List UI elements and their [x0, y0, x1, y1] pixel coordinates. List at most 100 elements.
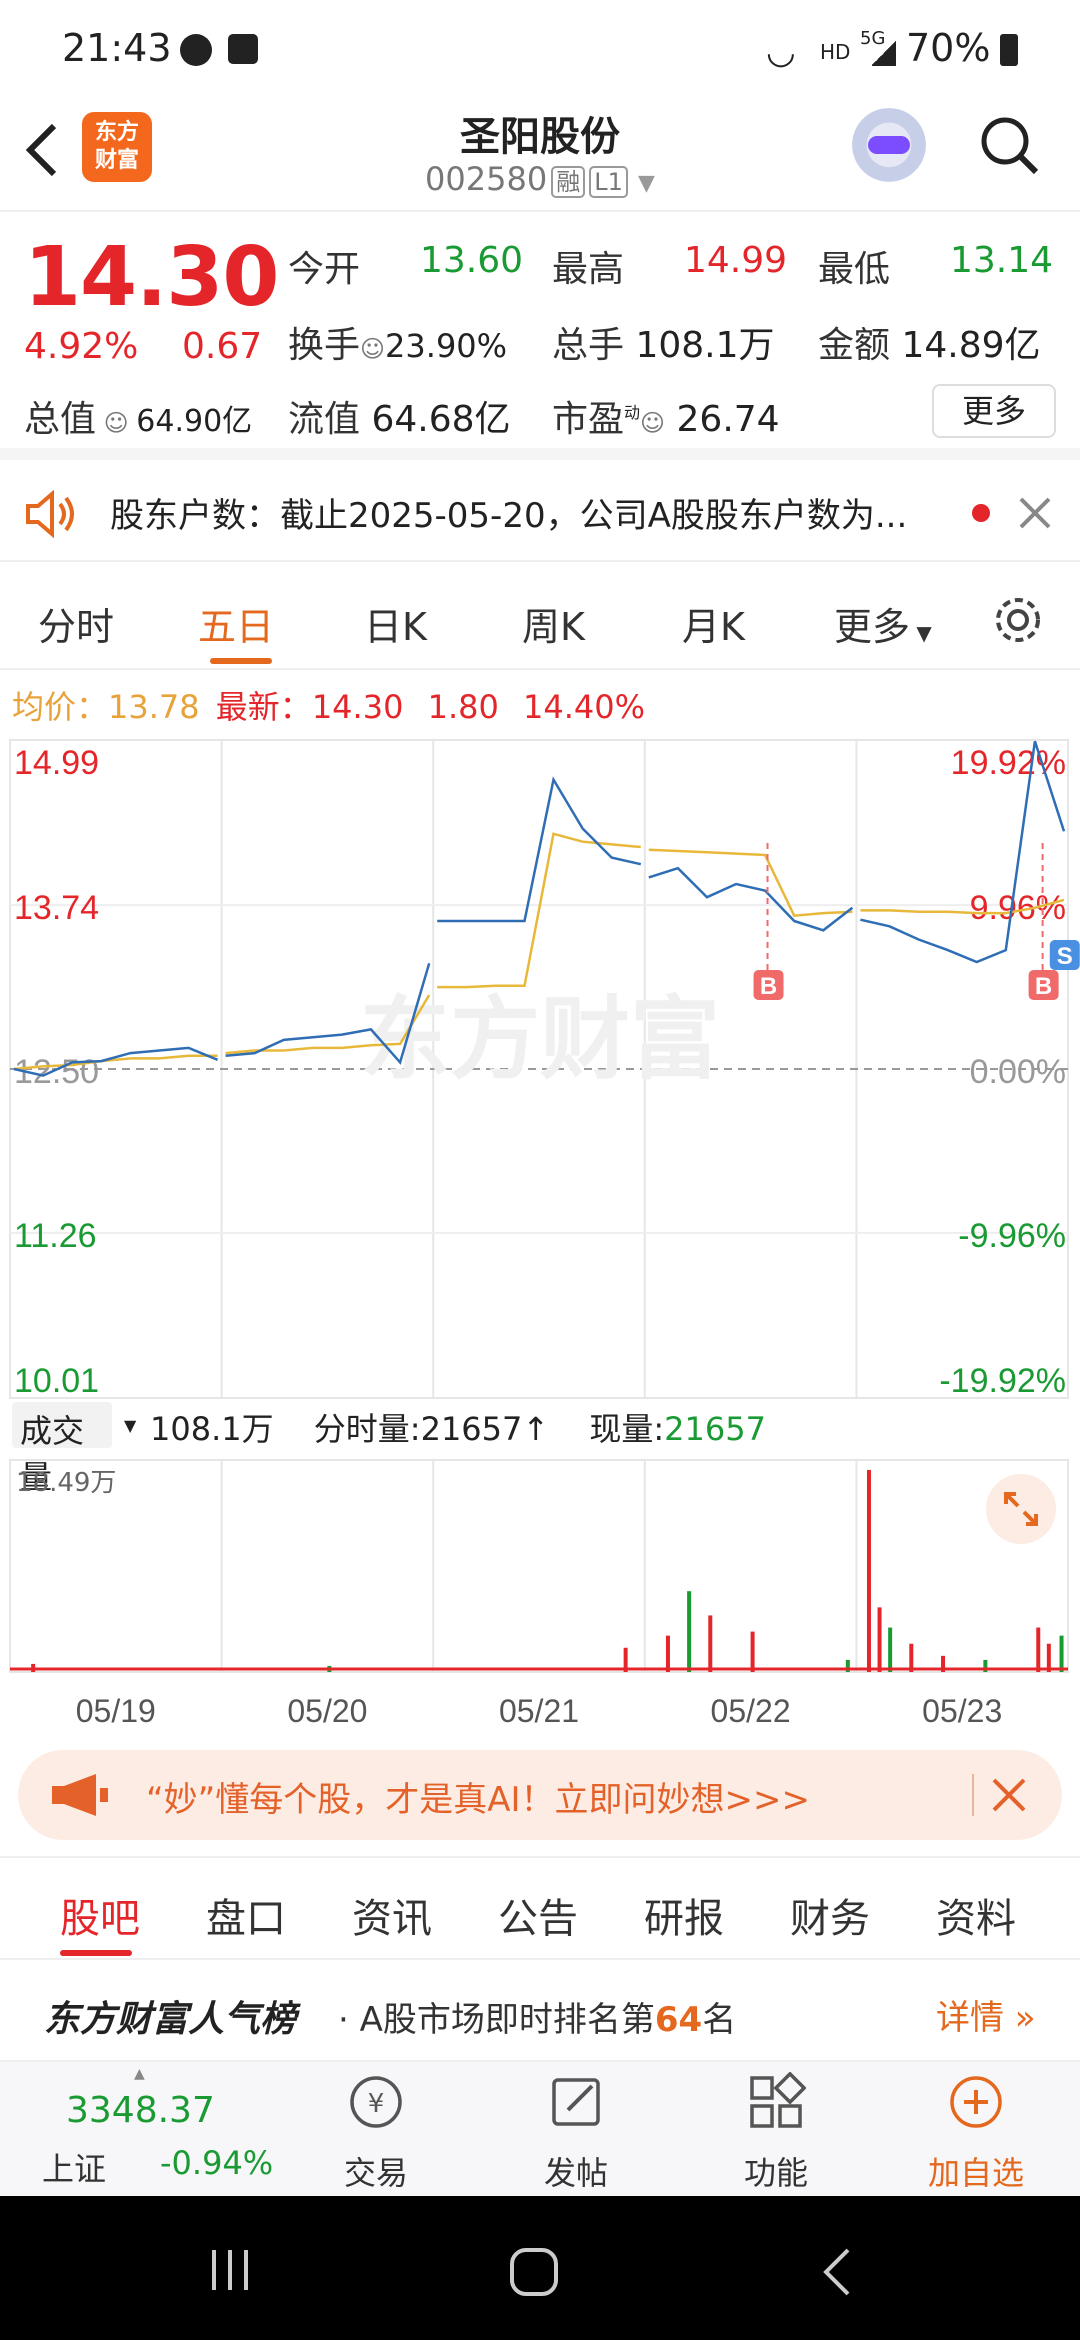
speaker-icon: [26, 490, 74, 538]
megaphone-icon: [52, 1774, 108, 1816]
expand-icon: [1004, 1492, 1038, 1526]
wifi-icon: ◡: [766, 32, 796, 72]
more-button[interactable]: 更多: [932, 384, 1056, 438]
y-tick-right: -19.92%: [939, 1362, 1066, 1400]
tab-five-day[interactable]: 五日: [198, 596, 274, 651]
features-button[interactable]: 功能: [676, 2062, 876, 2198]
search-icon: [981, 117, 1039, 175]
y-tick-left: 11.26: [14, 1217, 97, 1255]
rank-detail-link[interactable]: 详情 »: [936, 1990, 1036, 2039]
chart-tabs: 分时 五日 日K 周K 月K 更多 ▼: [0, 566, 1080, 670]
volume-tick: 分时量:21657: [313, 1410, 523, 1448]
assistant-avatar[interactable]: [848, 108, 930, 190]
close-icon[interactable]: [1018, 496, 1052, 530]
bottom-toolbar: ▲ 3348.37 上证 -0.94% ¥ 交易 发帖 功能 加自选: [0, 2060, 1080, 2196]
index-name: 上证: [42, 2150, 107, 2188]
hd-label: HD: [820, 40, 851, 64]
chart-legend: 均价：13.78 最新：14.30 1.80 14.40%: [12, 682, 645, 728]
volume-bar: [866, 1470, 871, 1672]
mktcap-label: 总值: [24, 399, 97, 440]
tab-more[interactable]: 更多 ▼: [834, 596, 932, 651]
notice-text: 股东户数：截止2025-05-20，公司A股股东户数为...: [110, 496, 908, 536]
volume-bar: [877, 1607, 882, 1672]
tab-orderbook[interactable]: 盘口: [206, 1886, 286, 1944]
index-pct: -0.94%: [160, 2144, 274, 2182]
notice-bar[interactable]: 股东户数：截止2025-05-20，公司A股股东户数为...: [0, 462, 1080, 562]
tab-daily-k[interactable]: 日K: [364, 596, 427, 651]
tab-weekly-k[interactable]: 周K: [522, 596, 585, 651]
open-value: 13.60: [420, 240, 524, 281]
status-time: 21:43: [62, 26, 172, 70]
x-axis-labels: 05/19 05/20 05/21 05/22 05/23: [76, 1693, 1002, 1729]
add-watchlist-button[interactable]: 加自选: [876, 2062, 1076, 2198]
latest-value: 14.30: [311, 688, 404, 726]
account-icon: [180, 34, 212, 66]
volume-header: [9, 1459, 1069, 1673]
back-icon[interactable]: [820, 2246, 854, 2298]
tab-news[interactable]: 资讯: [352, 1886, 432, 1944]
edit-icon: [552, 2078, 600, 2126]
open-label: 今开: [288, 249, 361, 290]
content-tabs: 股吧 盘口 资讯 公告 研报 财务 资料: [0, 1856, 1080, 1960]
x-tick-label: 05/19: [76, 1693, 156, 1729]
expand-button[interactable]: [986, 1474, 1056, 1544]
active-tab-indicator: [210, 658, 272, 664]
low-value: 13.14: [950, 240, 1054, 281]
x-tick-label: 05/21: [499, 1693, 579, 1729]
search-button[interactable]: [978, 114, 1040, 176]
x-tick-label: 05/23: [922, 1693, 1002, 1729]
ai-promo-banner[interactable]: “妙”懂每个股，才是真AI！立即问妙想>>>: [18, 1750, 1062, 1840]
popularity-rank[interactable]: 东方财富人气榜 · A股市场即时排名第64名 详情 »: [0, 1962, 1080, 2060]
five-day-chart[interactable]: 东方财富 14.9913.7412.5011.2610.01 19.92%9.9…: [0, 730, 1080, 1730]
current-price: 14.30: [24, 230, 279, 325]
up-arrow-icon: ↑: [522, 1410, 550, 1448]
amount-label: 金额: [818, 325, 891, 366]
stock-code: 002580: [425, 160, 548, 198]
tab-profile[interactable]: 资料: [936, 1886, 1016, 1944]
volume-current: 21657: [664, 1410, 766, 1448]
promo-text: “妙”懂每个股，才是真AI！立即问妙想>>>: [146, 1780, 810, 1820]
watermark: 东方财富: [360, 990, 720, 1090]
home-icon[interactable]: [508, 2246, 560, 2298]
tab-research[interactable]: 研报: [644, 1886, 724, 1944]
double-chevron-icon: »: [1004, 1998, 1036, 2038]
close-icon[interactable]: [990, 1776, 1028, 1814]
volume-total: 108.1万: [150, 1410, 274, 1448]
margin-tag: 融: [551, 166, 586, 198]
pe-sup: 动: [624, 403, 641, 422]
tab-intraday[interactable]: 分时: [38, 596, 114, 651]
divider: [972, 1774, 974, 1816]
turnover-value: 23.90%: [385, 327, 508, 365]
float-value: 64.68亿: [371, 399, 511, 440]
volume-selector[interactable]: 成交量 ▼: [12, 1402, 136, 1496]
stock-header: 东方 财富 圣阳股份 002580 融 L1 ▼: [0, 100, 1080, 212]
volume-bars: [10, 1470, 1068, 1672]
amount-value: 14.89亿: [901, 325, 1041, 366]
volume-bar: [1059, 1635, 1064, 1672]
svg-text:¥: ¥: [368, 2089, 385, 2119]
info-icon: ☺: [96, 409, 137, 437]
gear-icon[interactable]: [990, 592, 1046, 648]
volume-current-label: 现量:: [589, 1410, 665, 1448]
index-value: 3348.37: [66, 2090, 215, 2131]
trade-marker-label: B: [760, 973, 777, 1000]
tab-financials[interactable]: 财务: [790, 1886, 870, 1944]
recents-icon[interactable]: [206, 2246, 254, 2294]
tab-announcements[interactable]: 公告: [498, 1886, 578, 1944]
index-widget[interactable]: ▲ 3348.37 上证 -0.94%: [0, 2062, 280, 2198]
quote-panel: 14.30 4.92% 0.67 总值 ☺ 64.90亿 今开 13.60 最高…: [0, 214, 1080, 460]
tab-monthly-k[interactable]: 月K: [682, 596, 745, 651]
volume-value: 108.1万: [635, 325, 775, 366]
trade-marker-label: S: [1057, 943, 1073, 970]
rank-detail-label: 详情: [936, 1998, 1004, 2038]
trade-button[interactable]: ¥ 交易: [276, 2062, 476, 2198]
caret-down-icon: ▼: [910, 621, 932, 645]
post-button[interactable]: 发帖: [476, 2062, 676, 2198]
tab-forum[interactable]: 股吧: [60, 1886, 140, 1944]
system-nav-bar: [0, 2196, 1080, 2340]
float-label: 流值: [288, 399, 361, 440]
yuan-icon: ¥: [350, 2076, 402, 2128]
y-tick-left: 10.01: [14, 1362, 99, 1400]
signal-icon: [872, 40, 896, 66]
volume-frame: [9, 1459, 1069, 1673]
